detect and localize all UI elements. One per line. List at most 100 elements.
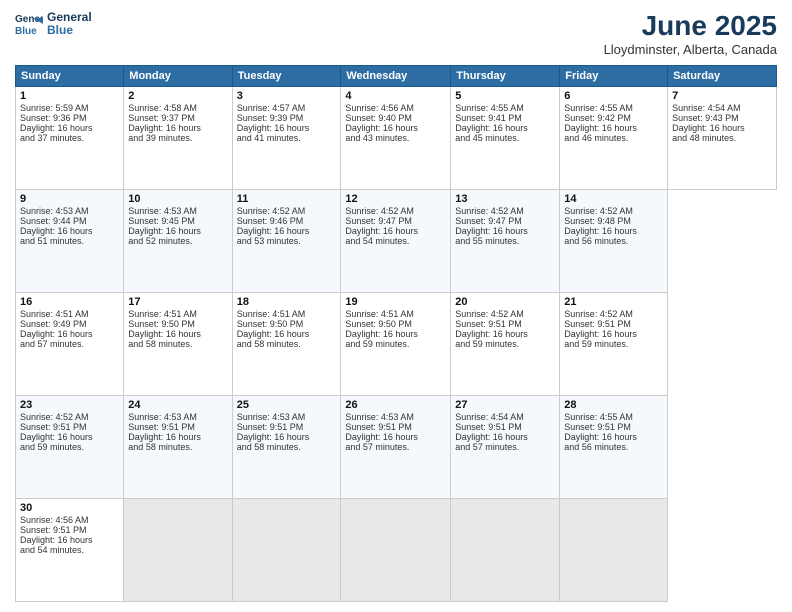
daylight-label: Daylight: 16 hours: [20, 432, 93, 442]
week-row-4: 23 Sunrise: 4:52 AM Sunset: 9:51 PM Dayl…: [16, 396, 777, 499]
daylight-minutes: and 45 minutes.: [455, 133, 519, 143]
logo: General Blue General Blue: [15, 10, 92, 38]
day-number: 1: [20, 90, 119, 102]
daylight-label: Daylight: 16 hours: [455, 432, 528, 442]
sunset-label: Sunset: 9:51 PM: [237, 422, 304, 432]
sunset-label: Sunset: 9:43 PM: [672, 113, 739, 123]
sunset-label: Sunset: 9:50 PM: [345, 319, 412, 329]
sunset-label: Sunset: 9:51 PM: [455, 319, 522, 329]
sunset-label: Sunset: 9:37 PM: [128, 113, 195, 123]
sunrise-label: Sunrise: 4:53 AM: [345, 412, 414, 422]
calendar-cell: 27 Sunrise: 4:54 AM Sunset: 9:51 PM Dayl…: [451, 396, 560, 499]
sunrise-label: Sunrise: 4:52 AM: [455, 206, 524, 216]
daylight-label: Daylight: 16 hours: [20, 226, 93, 236]
sunrise-label: Sunrise: 4:52 AM: [345, 206, 414, 216]
sunrise-label: Sunrise: 4:53 AM: [128, 412, 197, 422]
sunset-label: Sunset: 9:47 PM: [455, 216, 522, 226]
week-row-5: 30 Sunrise: 4:56 AM Sunset: 9:51 PM Dayl…: [16, 499, 777, 602]
daylight-minutes: and 58 minutes.: [237, 442, 301, 452]
sunrise-label: Sunrise: 4:57 AM: [237, 103, 306, 113]
day-number: 13: [455, 193, 555, 205]
calendar-cell: 16 Sunrise: 4:51 AM Sunset: 9:49 PM Dayl…: [16, 293, 124, 396]
daylight-label: Daylight: 16 hours: [237, 329, 310, 339]
daylight-label: Daylight: 16 hours: [455, 226, 528, 236]
daylight-minutes: and 56 minutes.: [564, 236, 628, 246]
daylight-minutes: and 41 minutes.: [237, 133, 301, 143]
sunrise-label: Sunrise: 4:58 AM: [128, 103, 197, 113]
daylight-label: Daylight: 16 hours: [20, 123, 93, 133]
sunrise-label: Sunrise: 4:52 AM: [237, 206, 306, 216]
daylight-label: Daylight: 16 hours: [345, 432, 418, 442]
day-number: 28: [564, 399, 663, 411]
daylight-minutes: and 54 minutes.: [20, 545, 84, 555]
daylight-minutes: and 55 minutes.: [455, 236, 519, 246]
weekday-header-friday: Friday: [560, 66, 668, 87]
daylight-minutes: and 37 minutes.: [20, 133, 84, 143]
weekday-header-sunday: Sunday: [16, 66, 124, 87]
daylight-label: Daylight: 16 hours: [237, 226, 310, 236]
sunset-label: Sunset: 9:47 PM: [345, 216, 412, 226]
calendar-cell: 4 Sunrise: 4:56 AM Sunset: 9:40 PM Dayli…: [341, 87, 451, 190]
day-number: 25: [237, 399, 337, 411]
daylight-label: Daylight: 16 hours: [237, 432, 310, 442]
calendar-cell: 30 Sunrise: 4:56 AM Sunset: 9:51 PM Dayl…: [16, 499, 124, 602]
daylight-label: Daylight: 16 hours: [455, 329, 528, 339]
daylight-label: Daylight: 16 hours: [672, 123, 745, 133]
daylight-minutes: and 39 minutes.: [128, 133, 192, 143]
day-number: 16: [20, 296, 119, 308]
calendar-cell: [341, 499, 451, 602]
daylight-minutes: and 58 minutes.: [237, 339, 301, 349]
calendar-cell: [232, 499, 341, 602]
calendar-cell: 3 Sunrise: 4:57 AM Sunset: 9:39 PM Dayli…: [232, 87, 341, 190]
weekday-header-thursday: Thursday: [451, 66, 560, 87]
sunrise-label: Sunrise: 4:51 AM: [345, 309, 414, 319]
calendar-table: SundayMondayTuesdayWednesdayThursdayFrid…: [15, 65, 777, 602]
sunrise-label: Sunrise: 4:56 AM: [345, 103, 414, 113]
calendar-cell: 17 Sunrise: 4:51 AM Sunset: 9:50 PM Dayl…: [124, 293, 232, 396]
sunrise-label: Sunrise: 4:51 AM: [128, 309, 197, 319]
daylight-minutes: and 48 minutes.: [672, 133, 736, 143]
calendar-cell: 18 Sunrise: 4:51 AM Sunset: 9:50 PM Dayl…: [232, 293, 341, 396]
calendar-cell: 14 Sunrise: 4:52 AM Sunset: 9:48 PM Dayl…: [560, 190, 668, 293]
day-number: 10: [128, 193, 227, 205]
day-number: 30: [20, 502, 119, 514]
sunset-label: Sunset: 9:51 PM: [20, 422, 87, 432]
weekday-header-row: SundayMondayTuesdayWednesdayThursdayFrid…: [16, 66, 777, 87]
calendar-cell: [124, 499, 232, 602]
daylight-minutes: and 58 minutes.: [128, 442, 192, 452]
daylight-minutes: and 43 minutes.: [345, 133, 409, 143]
sunset-label: Sunset: 9:44 PM: [20, 216, 87, 226]
daylight-minutes: and 59 minutes.: [455, 339, 519, 349]
day-number: 7: [672, 90, 772, 102]
day-number: 19: [345, 296, 446, 308]
sunrise-label: Sunrise: 4:53 AM: [237, 412, 306, 422]
day-number: 23: [20, 399, 119, 411]
daylight-minutes: and 56 minutes.: [564, 442, 628, 452]
daylight-label: Daylight: 16 hours: [128, 226, 201, 236]
weekday-header-wednesday: Wednesday: [341, 66, 451, 87]
sunrise-label: Sunrise: 4:54 AM: [455, 412, 524, 422]
day-number: 17: [128, 296, 227, 308]
day-number: 4: [345, 90, 446, 102]
sunset-label: Sunset: 9:41 PM: [455, 113, 522, 123]
day-number: 20: [455, 296, 555, 308]
day-number: 9: [20, 193, 119, 205]
sunset-label: Sunset: 9:51 PM: [564, 319, 631, 329]
calendar-cell: 5 Sunrise: 4:55 AM Sunset: 9:41 PM Dayli…: [451, 87, 560, 190]
header: General Blue General Blue June 2025 Lloy…: [15, 10, 777, 57]
calendar-cell: 26 Sunrise: 4:53 AM Sunset: 9:51 PM Dayl…: [341, 396, 451, 499]
daylight-label: Daylight: 16 hours: [20, 535, 93, 545]
day-number: 6: [564, 90, 663, 102]
daylight-label: Daylight: 16 hours: [455, 123, 528, 133]
sunrise-label: Sunrise: 4:55 AM: [564, 412, 633, 422]
sunset-label: Sunset: 9:51 PM: [564, 422, 631, 432]
calendar-cell: 25 Sunrise: 4:53 AM Sunset: 9:51 PM Dayl…: [232, 396, 341, 499]
calendar-cell: 19 Sunrise: 4:51 AM Sunset: 9:50 PM Dayl…: [341, 293, 451, 396]
sunset-label: Sunset: 9:36 PM: [20, 113, 87, 123]
sunset-label: Sunset: 9:51 PM: [20, 525, 87, 535]
sunrise-label: Sunrise: 4:51 AM: [20, 309, 89, 319]
month-title: June 2025: [604, 10, 777, 42]
sunset-label: Sunset: 9:51 PM: [455, 422, 522, 432]
week-row-1: 1 Sunrise: 5:59 AM Sunset: 9:36 PM Dayli…: [16, 87, 777, 190]
daylight-label: Daylight: 16 hours: [237, 123, 310, 133]
